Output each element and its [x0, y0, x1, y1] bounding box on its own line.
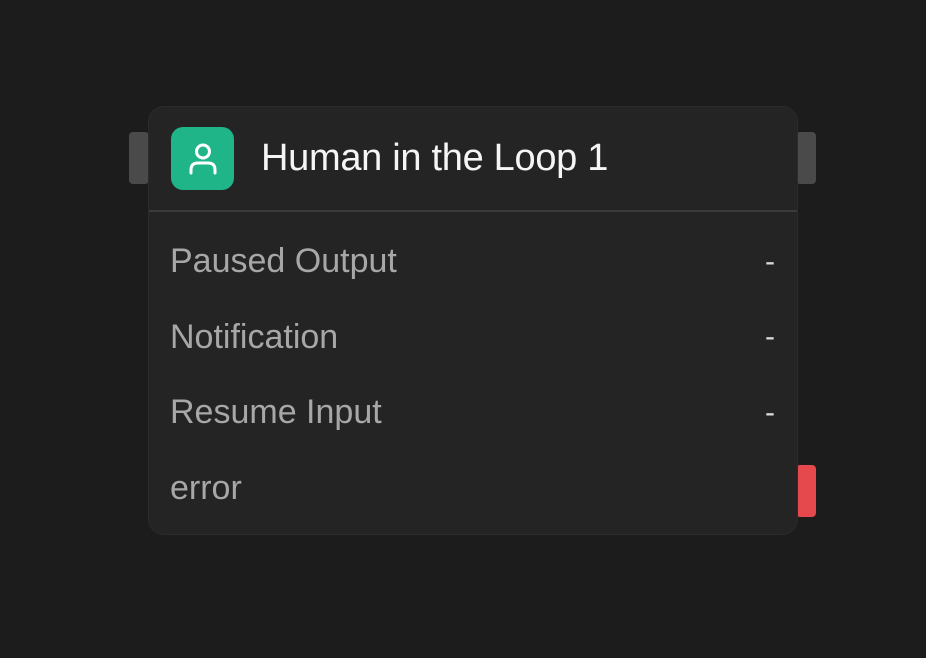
- node-outputs: Paused Output - Notification - Resume In…: [149, 212, 797, 526]
- output-row-paused-output[interactable]: Paused Output -: [149, 224, 797, 300]
- output-label: error: [170, 468, 242, 507]
- output-value: -: [765, 244, 775, 278]
- output-label: Resume Input: [170, 393, 382, 432]
- human-in-the-loop-node[interactable]: Human in the Loop 1 Paused Output - Noti…: [148, 106, 798, 535]
- output-label: Paused Output: [170, 242, 397, 281]
- output-row-resume-input[interactable]: Resume Input -: [149, 375, 797, 451]
- output-value: -: [765, 320, 775, 354]
- workflow-canvas[interactable]: Human in the Loop 1 Paused Output - Noti…: [0, 0, 926, 658]
- node-header[interactable]: Human in the Loop 1: [149, 107, 797, 212]
- output-label: Notification: [170, 317, 339, 356]
- output-value: -: [765, 395, 775, 429]
- output-row-notification[interactable]: Notification -: [149, 300, 797, 376]
- output-handle[interactable]: [796, 132, 816, 184]
- error-handle[interactable]: [796, 465, 816, 517]
- input-handle[interactable]: [129, 132, 149, 184]
- output-row-error[interactable]: error: [149, 451, 797, 527]
- person-icon: [171, 127, 234, 190]
- node-title: Human in the Loop 1: [261, 137, 609, 179]
